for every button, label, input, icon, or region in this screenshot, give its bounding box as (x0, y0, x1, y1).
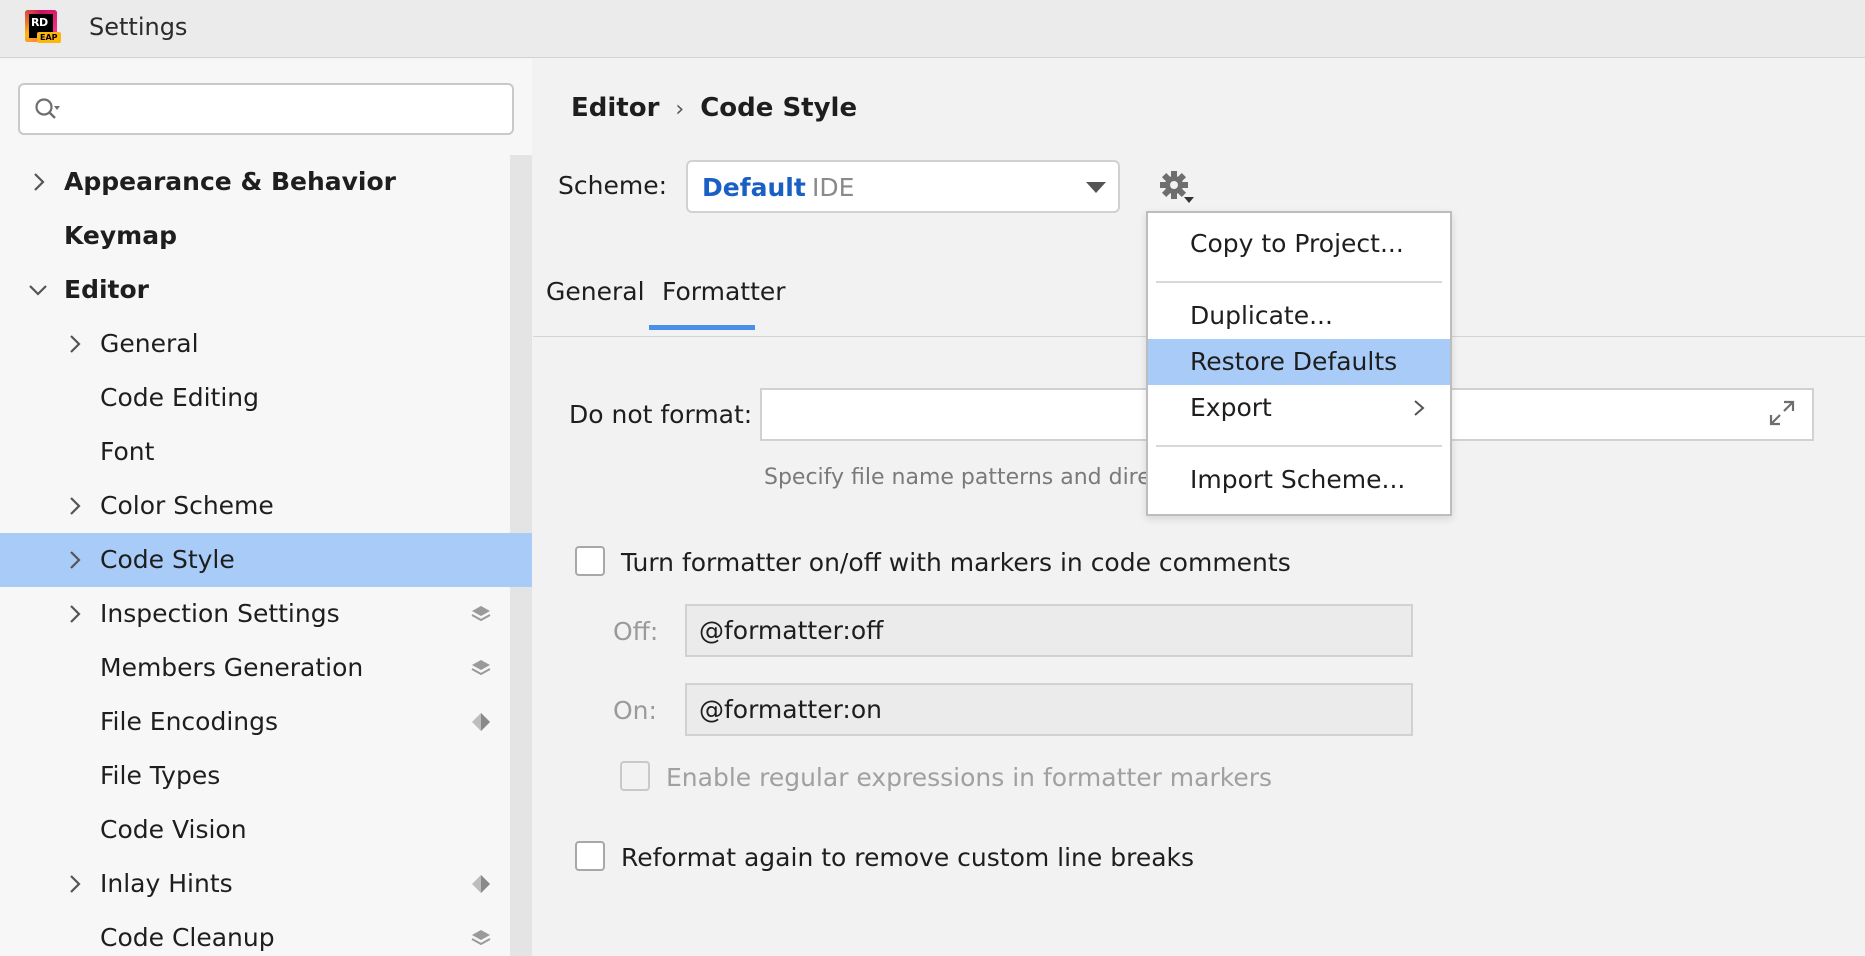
project-scope-icon (472, 713, 490, 731)
sidebar-item-label: Code Style (100, 545, 235, 574)
sidebar-item-code-vision[interactable]: Code Vision (0, 803, 532, 857)
sidebar-item-appearance-behavior[interactable]: Appearance & Behavior (0, 155, 532, 209)
off-marker-input[interactable]: @formatter:off (685, 604, 1413, 657)
breadcrumb-separator-icon: › (675, 97, 685, 122)
sidebar-item-label: Inspection Settings (100, 599, 340, 628)
sidebar-item-label: Keymap (64, 221, 178, 250)
regex-markers-checkbox-label: Enable regular expressions in formatter … (666, 763, 1273, 792)
sidebar-item-label: General (100, 329, 199, 358)
chevron-right-icon[interactable] (64, 533, 88, 587)
layers-icon (471, 606, 491, 622)
do-not-format-hint: Specify file name patterns and direc (764, 465, 1163, 490)
project-scope-icon (472, 875, 490, 893)
reformat-again-checkbox-label[interactable]: Reformat again to remove custom line bre… (621, 843, 1194, 872)
chevron-right-icon (1414, 400, 1425, 416)
sidebar-item-label: Members Generation (100, 653, 364, 682)
scheme-label: Scheme: (558, 171, 667, 200)
tab-formatter[interactable]: Formatter (662, 277, 786, 306)
menu-item-export[interactable]: Export (1148, 385, 1450, 431)
off-marker-label: Off: (613, 617, 659, 646)
breadcrumb-current: Code Style (700, 93, 858, 123)
gear-icon[interactable] (1156, 167, 1196, 207)
dropdown-arrow-icon (1086, 182, 1106, 193)
sidebar-item-keymap[interactable]: Keymap (0, 209, 532, 263)
reformat-again-checkbox[interactable] (575, 841, 605, 871)
sidebar-item-label: Color Scheme (100, 491, 274, 520)
menu-item-copy-to-project[interactable]: Copy to Project... (1148, 221, 1450, 267)
on-marker-input[interactable]: @formatter:on (685, 683, 1413, 736)
regex-markers-checkbox[interactable] (620, 761, 650, 791)
sidebar-item-label: Code Vision (100, 815, 247, 844)
window-title: Settings (89, 13, 188, 41)
sidebar-item-label: File Types (100, 761, 221, 790)
scheme-name: Default (702, 173, 806, 202)
layers-icon (471, 930, 491, 946)
sidebar-item-inspection-settings[interactable]: Inspection Settings (0, 587, 532, 641)
sidebar-item-label: Font (100, 437, 155, 466)
breadcrumb-parent[interactable]: Editor (571, 93, 659, 123)
menu-separator (1156, 445, 1442, 447)
chevron-right-icon[interactable] (64, 479, 88, 533)
scheme-dropdown[interactable]: Default IDE (686, 160, 1120, 213)
sidebar-item-file-encodings[interactable]: File Encodings (0, 695, 532, 749)
rider-logo-icon: RD EAP (25, 10, 63, 48)
search-icon[interactable] (34, 97, 60, 123)
chevron-right-icon[interactable] (64, 857, 88, 911)
scheme-actions-menu: Copy to Project... Duplicate... Restore … (1146, 211, 1452, 516)
sidebar-item-editor[interactable]: Editor (0, 263, 532, 317)
sidebar-item-font[interactable]: Font (0, 425, 532, 479)
menu-item-export-label: Export (1190, 393, 1272, 422)
chevron-right-icon[interactable] (64, 317, 88, 371)
tab-general[interactable]: General (546, 277, 645, 306)
sidebar-item-code-cleanup[interactable]: Code Cleanup (0, 911, 532, 956)
sidebar-item-label: Code Cleanup (100, 923, 275, 952)
on-marker-label: On: (613, 696, 657, 725)
menu-item-restore-defaults[interactable]: Restore Defaults (1148, 339, 1450, 385)
sidebar-item-file-types[interactable]: File Types (0, 749, 532, 803)
markers-checkbox-label[interactable]: Turn formatter on/off with markers in co… (621, 548, 1291, 577)
settings-search-input[interactable] (18, 83, 514, 135)
scheme-kind: IDE (812, 173, 855, 202)
sidebar-item-label: Code Editing (100, 383, 260, 412)
sidebar-item-label: Appearance & Behavior (64, 167, 396, 196)
sidebar-item-label: File Encodings (100, 707, 279, 736)
do-not-format-label: Do not format: (569, 400, 753, 429)
sidebar-item-members-generation[interactable]: Members Generation (0, 641, 532, 695)
menu-item-import-scheme[interactable]: Import Scheme... (1148, 457, 1450, 503)
markers-checkbox[interactable] (575, 546, 605, 576)
sidebar-item-code-editing[interactable]: Code Editing (0, 371, 532, 425)
chevron-down-icon[interactable] (28, 263, 52, 317)
active-tab-indicator (649, 325, 755, 330)
sidebar-item-general[interactable]: General (0, 317, 532, 371)
title-bar: RD EAP Settings (0, 0, 1865, 58)
breadcrumb: Editor › Code Style (571, 93, 857, 123)
settings-sidebar: Appearance & Behavior Keymap Editor Gene… (0, 59, 532, 956)
menu-item-duplicate[interactable]: Duplicate... (1148, 293, 1450, 339)
chevron-right-icon[interactable] (64, 587, 88, 641)
sidebar-item-code-style[interactable]: Code Style (0, 533, 532, 587)
layers-icon (471, 660, 491, 676)
sidebar-item-color-scheme[interactable]: Color Scheme (0, 479, 532, 533)
expand-icon[interactable] (1768, 399, 1796, 427)
menu-separator (1156, 281, 1442, 283)
sidebar-item-inlay-hints[interactable]: Inlay Hints (0, 857, 532, 911)
sidebar-item-label: Editor (64, 275, 149, 304)
chevron-right-icon[interactable] (28, 155, 52, 209)
sidebar-item-label: Inlay Hints (100, 869, 233, 898)
